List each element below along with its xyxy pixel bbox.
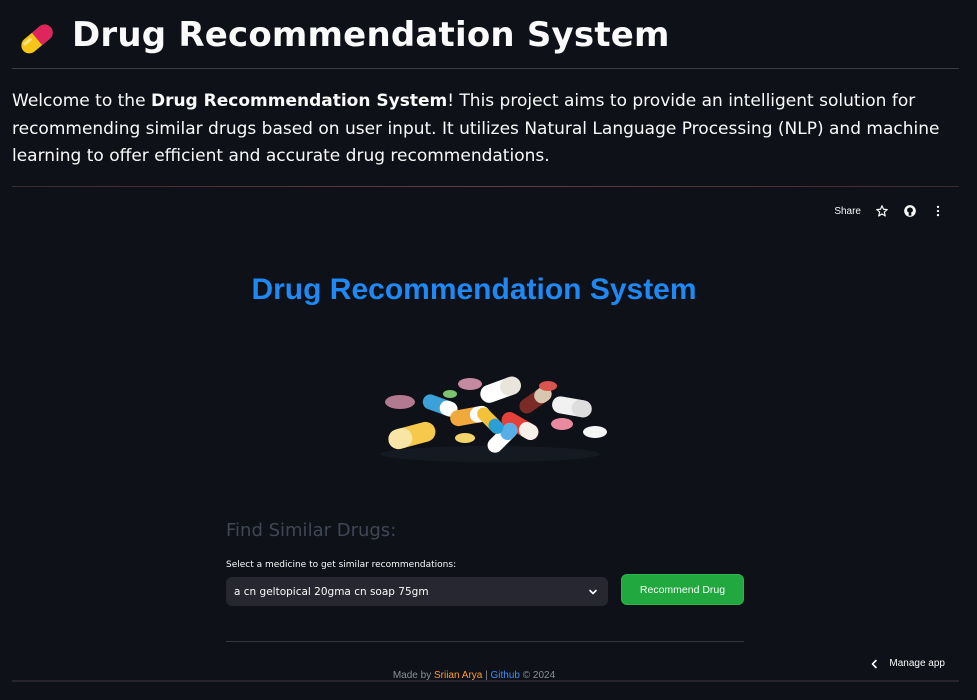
github-link[interactable]: Github xyxy=(491,670,520,680)
app-title: Drug Recommendation System xyxy=(251,273,697,306)
pill-icon xyxy=(21,24,53,54)
select-value: a cn geltopical 20gma cn soap 75gm xyxy=(234,585,429,598)
author-link[interactable]: Sriian Arya xyxy=(434,670,482,680)
medicine-select[interactable]: a cn geltopical 20gma cn soap 75gm xyxy=(226,577,608,606)
embed-top-border xyxy=(12,186,959,187)
manage-app-label: Manage app xyxy=(889,658,945,669)
share-button[interactable]: Share xyxy=(834,206,861,217)
embed-bottom-border xyxy=(12,680,959,682)
embed-toolbar: Share xyxy=(834,204,945,218)
github-icon[interactable] xyxy=(903,204,917,218)
pills-image xyxy=(380,376,607,462)
manage-app-button[interactable]: Manage app xyxy=(870,658,945,669)
find-similar-heading: Find Similar Drugs: xyxy=(226,520,397,541)
page: Drug Recommendation System Welcome to th… xyxy=(0,0,977,700)
recommend-drug-button[interactable]: Recommend Drug xyxy=(621,574,744,605)
intro-prefix: Welcome to the xyxy=(12,91,151,111)
header: Drug Recommendation System xyxy=(12,12,959,69)
chevron-down-icon xyxy=(589,589,597,594)
footer-made-by: Made by xyxy=(392,670,434,680)
intro-bold: Drug Recommendation System xyxy=(150,91,448,111)
divider xyxy=(226,641,744,642)
more-vertical-icon[interactable] xyxy=(931,204,945,218)
intro-paragraph: Welcome to the Drug Recommendation Syste… xyxy=(12,88,962,171)
select-label: Select a medicine to get similar recomme… xyxy=(226,560,457,570)
embedded-app: Share Drug Recommendation System Find Si… xyxy=(12,188,959,680)
footer-separator: | xyxy=(482,670,491,680)
page-title: Drug Recommendation System xyxy=(72,15,670,55)
chevron-left-icon xyxy=(872,659,878,668)
footer: Made by Sriian Arya | Github © 2024 xyxy=(12,670,936,680)
star-icon[interactable] xyxy=(875,204,889,218)
footer-copyright: © 2024 xyxy=(519,670,556,680)
